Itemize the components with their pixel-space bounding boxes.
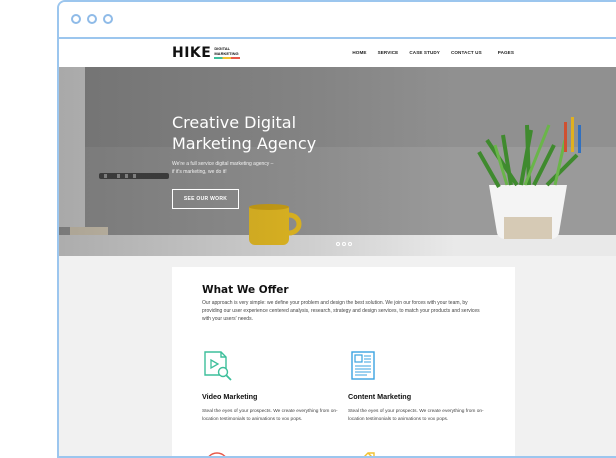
screenshot-stage: HIKE DIGITAL MARKETING HOME SERVICE CASE… xyxy=(0,0,616,458)
hero-banner: Creative Digital Marketing Agency We're … xyxy=(59,67,616,256)
service-title: Video Marketing xyxy=(202,392,258,401)
window-dot-3[interactable] xyxy=(103,14,113,24)
rocket-icon xyxy=(364,452,375,456)
carousel-indicators xyxy=(336,242,352,246)
service-description: Steal the eyes of your prospects. We cre… xyxy=(202,409,338,422)
offer-card: What We Offer Our approach is very simpl… xyxy=(172,267,515,456)
hero-subtitle-line-2: if it's marketing, we do it! xyxy=(172,169,227,175)
target-icon xyxy=(208,452,226,456)
hero-title: Creative Digital Marketing Agency xyxy=(172,112,342,154)
service-description: Steal the eyes of your prospects. We cre… xyxy=(348,409,484,422)
carousel-dot-1[interactable] xyxy=(336,242,340,246)
offer-heading: What We Offer xyxy=(202,284,289,296)
service-title: Content Marketing xyxy=(348,392,412,401)
service-content-marketing[interactable]: Content Marketing Steal the eyes of your… xyxy=(348,349,488,422)
logo-subtitle: DIGITAL MARKETING xyxy=(214,47,241,59)
logo-word: HIKE xyxy=(172,45,212,61)
menu-item-case-study[interactable]: CASE STUDY xyxy=(409,50,440,55)
menu-item-pages[interactable]: PAGES xyxy=(498,50,514,55)
menu-item-home[interactable]: HOME xyxy=(352,50,366,55)
hero-title-line-2: Marketing Agency xyxy=(172,134,317,153)
window-dot-2[interactable] xyxy=(87,14,97,24)
site-header: HIKE DIGITAL MARKETING HOME SERVICE CASE… xyxy=(59,39,616,67)
carousel-dot-3[interactable] xyxy=(348,242,352,246)
browser-window: HIKE DIGITAL MARKETING HOME SERVICE CASE… xyxy=(57,0,616,458)
offer-section: What We Offer Our approach is very simpl… xyxy=(59,256,616,456)
hero-subtitle: We're a full service digital marketing a… xyxy=(172,160,302,176)
hero-overlay xyxy=(59,67,616,256)
see-our-work-button[interactable]: SEE OUR WORK xyxy=(172,189,239,209)
video-search-icon xyxy=(204,351,232,381)
logo-subtitle-line-2: MARKETING xyxy=(214,50,239,56)
hero-title-line-1: Creative Digital xyxy=(172,113,297,132)
next-service-peek-1 xyxy=(202,449,232,456)
main-menu: HOME SERVICE CASE STUDY CONTACT US PAGES xyxy=(352,50,514,55)
hero-subtitle-line-1: We're a full service digital marketing a… xyxy=(172,161,274,167)
window-dot-1[interactable] xyxy=(71,14,81,24)
logo-color-bar xyxy=(214,57,241,59)
carousel-dot-2[interactable] xyxy=(342,242,346,246)
site-logo[interactable]: HIKE DIGITAL MARKETING xyxy=(172,45,241,61)
menu-item-service[interactable]: SERVICE xyxy=(378,50,399,55)
menu-item-contact-us[interactable]: CONTACT US xyxy=(451,50,482,55)
browser-titlebar xyxy=(59,2,616,39)
offer-intro: Our approach is very simple: we define y… xyxy=(202,300,480,322)
service-video-marketing[interactable]: Video Marketing Steal the eyes of your p… xyxy=(202,349,342,422)
newspaper-icon xyxy=(351,351,375,380)
next-service-peek-2 xyxy=(348,449,378,456)
